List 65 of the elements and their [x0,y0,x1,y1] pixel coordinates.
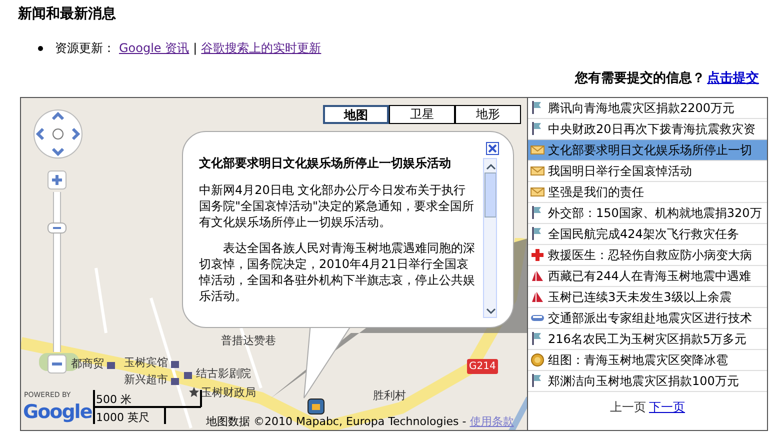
map-label: 玉树宾馆 [124,354,168,370]
link-separator: | [193,40,198,57]
medal-icon [530,352,545,367]
info-window-title: 文化部要求明日文化娱乐场所停止一切娱乐活动 [199,154,452,172]
scale-label: 1000 英尺 [96,410,150,426]
news-item[interactable]: 组图：青海玉树地震灾区突降冰雹 [528,350,767,370]
map-type-tab[interactable]: 地形 [455,104,521,124]
google-logo: Google [23,400,92,424]
news-title: 腾讯向青海地震灾区捐款2200万元 [548,100,735,116]
map-label: 结古影剧院 [196,366,251,382]
news-title: 外交部：150国家、机构就地震捐320万 [548,204,762,222]
bullet-icon [38,46,43,50]
highway-shield: G214 [467,358,498,374]
submit-prompt: 您有需要提交的信息？ [575,70,705,88]
prev-page-label: 上一页 [610,398,646,416]
news-title: 西藏已有244人在青海玉树地震中遇难 [548,268,751,284]
news-item[interactable]: 郑渊洁向玉树地震灾区捐款100万元 [528,370,767,392]
news-title: 我国明日举行全国哀悼活动 [548,162,692,180]
news-item[interactable]: 腾讯向青海地震灾区捐款2200万元 [528,98,767,118]
zoom-in-button[interactable] [47,170,67,190]
news-item[interactable]: 救援医生：忍轻伤自救应防小病变大病 [528,244,767,266]
map-label: 新兴超市 [124,372,168,388]
map-label: 普措达赞巷 [221,332,276,348]
news-title: 组图：青海玉树地震灾区突降冰雹 [548,352,728,368]
news-item[interactable]: 西藏已有244人在青海玉树地震中遇难 [528,266,767,286]
close-icon[interactable] [486,142,499,154]
news-item[interactable]: 文化部要求明日文化娱乐场所停止一切 [528,140,767,160]
map-label: 胜利村 [373,388,406,404]
info-paragraph: 表达全国各族人民对青海玉树地震遇难同胞的深切哀悼，国务院决定，2010年4月21日举行全国哀悼活动，全国和各驻外机构下半旗志哀，停止公共娱乐活动。 [199,240,475,304]
news-title: 救援医生：忍轻伤自救应防小病变大病 [548,246,752,264]
news-title: 文化部要求明日文化娱乐场所停止一切 [548,142,752,158]
map-type-tab[interactable]: 地图 [323,104,389,124]
news-item[interactable]: 全国民航完成424架次飞行救灾任务 [528,224,767,244]
news-item[interactable]: 玉树已连续3天未发生3级以上余震 [528,286,767,308]
news-title: 交通部派出专家组赴地震灾区进行技术 [548,310,752,326]
cross-icon [530,247,545,262]
news-item[interactable]: 外交部：150国家、机构就地震捐320万 [528,202,767,224]
resource-link[interactable]: Google 资讯 [119,39,190,57]
zoom-out-button[interactable] [47,354,67,374]
side-street [94,267,108,333]
news-item[interactable]: 216名农民工为玉树灾区捐款5万多元 [528,328,767,350]
info-paragraph: 中新网4月20日电 文化部办公厅今日发布关于执行国务院"全国哀悼活动"决定的紧急通知，要求全国所有文化娱乐场所停止一切娱乐活动。 [199,182,475,230]
resource-link[interactable]: 谷歌搜索上的实时更新 [201,39,322,57]
news-title: 中央财政20日再次下拨青海抗震救灾资 [548,120,756,138]
news-title: 216名农民工为玉树灾区捐款5万多元 [548,330,747,348]
news-title: 郑渊洁向玉树地震灾区捐款100万元 [548,372,739,390]
news-item[interactable]: 坚强是我们的责任 [528,182,767,202]
scrollbar[interactable] [483,158,497,318]
map-label: 玉树财政局 [201,384,256,400]
submit-link[interactable]: 点击提交 [707,69,759,88]
map-type-tab[interactable]: 卫星 [389,104,455,124]
next-page-link[interactable]: 下一页 [649,398,685,416]
news-title: 坚强是我们的责任 [548,184,644,200]
map-attribution: 地图数据 ©2010 Mapabc, Europa Technologies - [206,414,468,428]
scale-label: 500 米 [96,392,132,408]
page-title: 新闻和最新消息 [18,4,117,24]
news-title: 全国民航完成424架次飞行救灾任务 [548,226,739,242]
zoom-slider-handle[interactable] [47,222,67,234]
pin-marker-icon[interactable] [306,396,326,416]
news-item[interactable]: 交通部派出专家组赴地震灾区进行技术 [528,308,767,328]
pan-control-icon[interactable] [33,108,83,158]
news-item[interactable]: 我国明日举行全国哀悼活动 [528,160,767,182]
news-title: 玉树已连续3天未发生3级以上余震 [548,288,732,306]
map-label: 都商贸 [71,356,104,372]
resource-label: 资源更新： [55,40,115,57]
